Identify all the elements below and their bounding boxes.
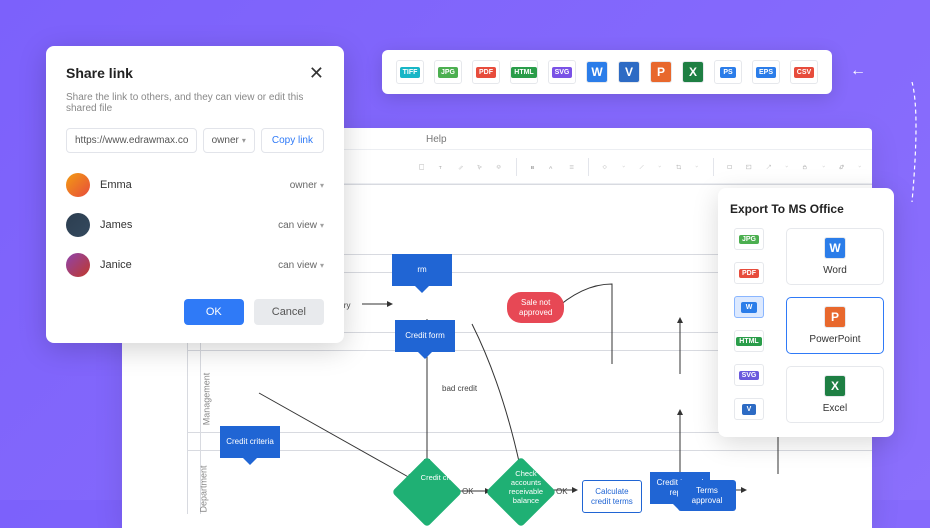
pen-icon[interactable] bbox=[458, 160, 463, 174]
user-name: Emma bbox=[100, 179, 290, 191]
close-icon[interactable]: ✕ bbox=[309, 64, 324, 82]
format-pdf[interactable]: PDF bbox=[472, 60, 500, 84]
format-tiff[interactable]: TIFF bbox=[396, 60, 424, 84]
avatar bbox=[66, 253, 90, 277]
excel-icon: X bbox=[824, 375, 846, 397]
node-credit-check[interactable]: Credit check bbox=[402, 467, 452, 517]
chevron-down-icon[interactable] bbox=[822, 162, 825, 171]
square-icon[interactable] bbox=[419, 160, 424, 174]
export-card-excel[interactable]: X Excel bbox=[786, 366, 884, 423]
share-link-dialog: Share link ✕ Share the link to others, a… bbox=[46, 46, 344, 343]
chevron-down-icon[interactable] bbox=[622, 162, 625, 171]
node-credit-form-partial[interactable]: rm bbox=[392, 254, 452, 286]
node-terms-approval[interactable]: Terms approval bbox=[678, 480, 736, 511]
export-chip-svg[interactable]: SVG bbox=[734, 364, 764, 386]
node-calc-terms[interactable]: Calculate credit terms bbox=[582, 480, 642, 513]
arrow-left-icon: ← bbox=[850, 62, 866, 80]
copy-link-button[interactable]: Copy link bbox=[261, 128, 324, 153]
format-eps[interactable]: EPS bbox=[752, 60, 780, 84]
line-icon[interactable] bbox=[639, 160, 644, 174]
export-chip-jpg[interactable]: JPG bbox=[734, 228, 764, 250]
export-card-word[interactable]: W Word bbox=[786, 228, 884, 285]
export-card-powerpoint[interactable]: P PowerPoint bbox=[786, 297, 884, 354]
fill-icon[interactable] bbox=[602, 160, 607, 174]
avatar bbox=[66, 173, 90, 197]
share-title: Share link bbox=[66, 65, 133, 81]
format-html[interactable]: HTML bbox=[510, 60, 538, 84]
node-credit-form[interactable]: Credit form bbox=[395, 320, 455, 352]
permission-dropdown[interactable]: can view▾ bbox=[278, 260, 324, 271]
chevron-down-icon[interactable] bbox=[858, 162, 861, 171]
user-name: Janice bbox=[100, 259, 278, 271]
avatar bbox=[66, 213, 90, 237]
chevron-down-icon[interactable] bbox=[658, 162, 661, 171]
share-user-row: James can view▾ bbox=[66, 205, 324, 245]
svg-text:B: B bbox=[531, 164, 535, 170]
format-csv[interactable]: CSV bbox=[790, 60, 818, 84]
node-sale-not-approved[interactable]: Sale not approved bbox=[507, 292, 564, 323]
export-label: PowerPoint bbox=[809, 334, 860, 345]
node-credit-criteria[interactable]: Credit criteria bbox=[220, 426, 280, 458]
export-format-bar: TIFF JPG PDF HTML SVG W V P X PS EPS CSV… bbox=[382, 50, 832, 94]
format-excel[interactable]: X bbox=[682, 61, 704, 83]
lock-icon[interactable] bbox=[802, 160, 807, 174]
node-check-accounts[interactable]: Check accounts receivable balance bbox=[496, 467, 546, 517]
export-chip-word[interactable]: W bbox=[734, 296, 764, 318]
label-ok: OK bbox=[556, 487, 568, 496]
rect-icon[interactable] bbox=[727, 160, 732, 174]
permission-dropdown[interactable]: owner▾ bbox=[290, 180, 324, 191]
user-name: James bbox=[100, 219, 278, 231]
format-word[interactable]: W bbox=[586, 61, 608, 83]
format-ppt[interactable]: P bbox=[650, 61, 672, 83]
export-ms-office-panel: Export To MS Office JPG PDF W HTML SVG V… bbox=[718, 188, 894, 437]
export-label: Excel bbox=[823, 403, 847, 414]
role-dropdown[interactable]: owner▾ bbox=[203, 128, 255, 153]
share-user-row: Janice can view▾ bbox=[66, 245, 324, 285]
format-jpg[interactable]: JPG bbox=[434, 60, 462, 84]
permission-dropdown[interactable]: can view▾ bbox=[278, 220, 324, 231]
chevron-down-icon[interactable] bbox=[785, 162, 788, 171]
share-link-input[interactable] bbox=[66, 128, 197, 153]
export-chip-html[interactable]: HTML bbox=[734, 330, 764, 352]
layers-icon[interactable] bbox=[496, 160, 501, 174]
crop-icon[interactable] bbox=[676, 160, 681, 174]
svg-text:T: T bbox=[439, 164, 442, 170]
label-bad-credit: bad credit bbox=[442, 384, 477, 393]
menu-help[interactable]: Help bbox=[418, 130, 455, 149]
export-chip-visio[interactable]: V bbox=[734, 398, 764, 420]
export-title: Export To MS Office bbox=[728, 202, 884, 216]
text-icon[interactable]: T bbox=[438, 160, 443, 174]
format-svg[interactable]: SVG bbox=[548, 60, 576, 84]
format-visio[interactable]: V bbox=[618, 61, 640, 83]
svg-text:A: A bbox=[549, 164, 553, 170]
font-size-icon[interactable]: A bbox=[549, 160, 554, 174]
cancel-button[interactable]: Cancel bbox=[254, 299, 324, 325]
cursor-icon[interactable] bbox=[477, 160, 482, 174]
export-label: Word bbox=[823, 265, 847, 276]
share-user-row: Emma owner▾ bbox=[66, 165, 324, 205]
align-icon[interactable] bbox=[569, 160, 574, 174]
ok-button[interactable]: OK bbox=[184, 299, 244, 325]
lane-department: Department bbox=[199, 465, 209, 512]
expand-icon[interactable] bbox=[839, 160, 844, 174]
label-ok: OK bbox=[462, 487, 474, 496]
lane-management: Management bbox=[201, 373, 211, 426]
export-chip-pdf[interactable]: PDF bbox=[734, 262, 764, 284]
arrow-icon[interactable] bbox=[766, 160, 771, 174]
format-ps[interactable]: PS bbox=[714, 60, 742, 84]
share-subtitle: Share the link to others, and they can v… bbox=[66, 92, 324, 114]
word-icon: W bbox=[824, 237, 846, 259]
ppt-icon: P bbox=[824, 306, 846, 328]
image-icon[interactable] bbox=[746, 160, 751, 174]
bold-icon[interactable]: B bbox=[530, 160, 535, 174]
chevron-down-icon[interactable] bbox=[695, 162, 698, 171]
